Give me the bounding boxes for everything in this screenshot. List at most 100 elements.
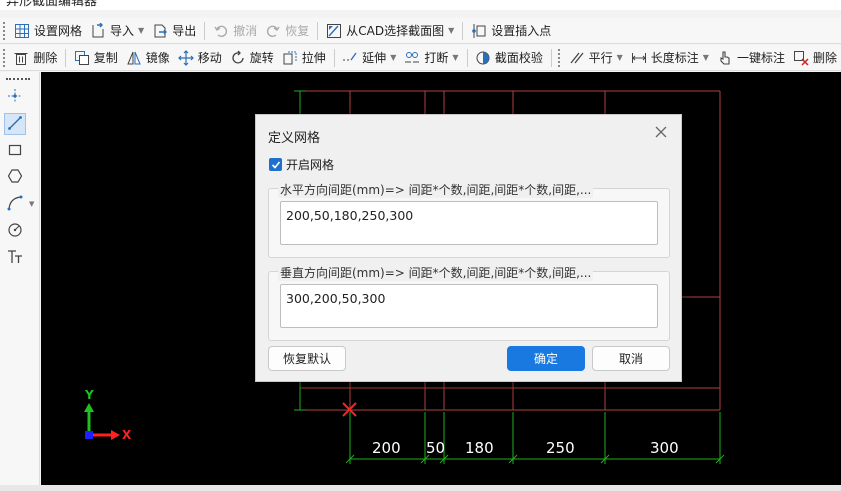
mirror-label: 镜像 <box>145 51 170 65</box>
chevron-down-icon[interactable]: ▼ <box>617 53 623 62</box>
parallel-label: 平行 <box>588 51 613 65</box>
stretch-button[interactable]: 拉伸 <box>278 47 330 69</box>
hexagon-icon <box>7 168 23 187</box>
vertical-spacing-input[interactable]: 300,200,50,300 <box>280 284 658 328</box>
auto-dimension-icon <box>717 50 733 66</box>
enable-grid-label: 开启网格 <box>286 158 335 172</box>
chevron-down-icon[interactable]: ▼ <box>703 53 709 62</box>
close-icon[interactable] <box>653 125 669 141</box>
set-grid-button[interactable]: 设置网格 <box>10 20 86 42</box>
ok-button[interactable]: 确定 <box>507 346 585 371</box>
break-button[interactable]: 打断 ▼ <box>400 47 462 69</box>
chevron-down-icon[interactable]: ▼ <box>448 26 454 35</box>
toolbar-separator <box>462 21 464 40</box>
arc-icon <box>7 195 23 214</box>
horizontal-spacing-group: 水平方向间距(mm)=> 间距*个数,间距,间距*个数,间距,... 200,5… <box>268 181 670 258</box>
export-button[interactable]: 导出 <box>148 20 200 42</box>
toolbar-separator <box>204 21 206 40</box>
section-check-icon <box>475 50 491 66</box>
toolbar-separator <box>317 21 319 40</box>
vertical-spacing-group: 垂直方向间距(mm)=> 间距*个数,间距,间距*个数,间距,... 300,2… <box>268 264 670 341</box>
arc-tool-button[interactable] <box>4 193 26 215</box>
reset-default-button[interactable]: 恢复默认 <box>268 346 346 371</box>
rotate-label: 旋转 <box>249 51 274 65</box>
dimension-label: 180 <box>465 439 494 457</box>
delete-dimension-button[interactable]: 删除 <box>789 47 841 69</box>
chevron-down-icon[interactable]: ▼ <box>138 26 144 35</box>
dimension-label: 300 <box>650 439 679 457</box>
axis-icon <box>84 403 120 440</box>
move-label: 移动 <box>197 51 222 65</box>
break-label: 打断 <box>424 51 449 65</box>
checkbox-checked-icon <box>269 158 282 171</box>
length-dimension-label: 长度标注 <box>650 51 699 65</box>
polygon-tool-button[interactable] <box>4 166 26 188</box>
enable-grid-checkbox[interactable]: 开启网格 <box>269 156 334 173</box>
line-tool-button[interactable] <box>4 113 26 135</box>
undo-button[interactable]: 撤消 <box>209 20 261 42</box>
text-icon <box>7 249 23 268</box>
grid-icon <box>14 23 30 39</box>
delete-button[interactable]: 删除 <box>9 47 61 69</box>
import-button[interactable]: 导入 ▼ <box>86 20 148 42</box>
dimension-label: 200 <box>372 439 401 457</box>
extend-button[interactable]: 延伸 ▼ <box>338 47 400 69</box>
cancel-button[interactable]: 取消 <box>592 346 670 371</box>
toolbar-grip[interactable] <box>3 48 6 67</box>
export-label: 导出 <box>172 24 197 38</box>
horizontal-spacing-input[interactable]: 200,50,180,250,300 <box>280 201 658 245</box>
undo-icon <box>213 23 229 39</box>
circle-icon <box>7 222 23 241</box>
auto-dimension-button[interactable]: 一键标注 <box>713 47 789 69</box>
insert-point-icon <box>471 23 487 39</box>
mirror-button[interactable]: 镜像 <box>122 47 174 69</box>
set-insert-point-button[interactable]: 设置插入点 <box>467 20 555 42</box>
delete-dimension-icon <box>793 50 809 66</box>
drawing-toolbar: ▼ <box>0 72 40 485</box>
move-icon <box>177 49 194 66</box>
dialog-title: 定义网格 <box>268 131 321 146</box>
parallel-button[interactable]: 平行 ▼ <box>565 47 627 69</box>
chevron-down-icon[interactable]: ▼ <box>452 53 458 62</box>
toolbar-grip[interactable] <box>558 48 561 67</box>
dimension-label: 50 <box>426 439 446 457</box>
text-tool-button[interactable] <box>4 247 26 269</box>
toolbar-grip[interactable] <box>3 21 6 40</box>
extend-label: 延伸 <box>362 51 387 65</box>
define-grid-dialog: 定义网格 开启网格 水平方向间距(mm)=> 间距*个数,间距,间距*个数,间距… <box>255 114 682 382</box>
delete-label: 删除 <box>33 51 58 65</box>
circle-tool-button[interactable] <box>4 220 26 242</box>
y-axis-label: Y <box>85 388 94 402</box>
point-tool-button[interactable] <box>4 86 26 108</box>
section-check-button[interactable]: 截面校验 <box>471 47 547 69</box>
set-grid-label: 设置网格 <box>34 24 83 38</box>
move-button[interactable]: 移动 <box>174 47 226 69</box>
dimension-label: 250 <box>546 439 575 457</box>
parallel-icon <box>569 50 585 66</box>
stretch-label: 拉伸 <box>301 51 326 65</box>
cad-select-icon <box>326 23 342 39</box>
export-icon <box>152 23 168 39</box>
section-check-label: 截面校验 <box>494 51 543 65</box>
edit-toolbar: 删除 复制 镜像 移动 旋转 拉伸 延伸 ▼ 打断 ▼ 截面校验 平行 ▼ 长度… <box>0 45 841 71</box>
rotate-button[interactable]: 旋转 <box>226 47 278 69</box>
extend-icon <box>342 50 358 66</box>
horizontal-spacing-label: 水平方向间距(mm)=> 间距*个数,间距,间距*个数,间距,... <box>278 181 594 198</box>
redo-label: 恢复 <box>285 24 310 38</box>
copy-label: 复制 <box>93 51 118 65</box>
set-insert-point-label: 设置插入点 <box>491 24 552 38</box>
status-bar <box>0 485 841 491</box>
cad-select-button[interactable]: 从CAD选择截面图 ▼ <box>322 20 458 42</box>
chevron-down-icon[interactable]: ▼ <box>390 53 396 62</box>
toolbar-grip[interactable] <box>6 78 30 80</box>
x-axis-label: X <box>122 428 132 442</box>
length-dimension-button[interactable]: 长度标注 ▼ <box>627 47 713 69</box>
rectangle-icon <box>7 142 23 161</box>
chevron-down-icon[interactable]: ▼ <box>29 200 34 208</box>
window-title: 异形截面编辑器 <box>0 0 841 10</box>
point-icon <box>7 88 23 107</box>
rotate-icon <box>230 50 246 66</box>
rectangle-tool-button[interactable] <box>4 140 26 162</box>
redo-button[interactable]: 恢复 <box>261 20 313 42</box>
copy-button[interactable]: 复制 <box>70 47 122 69</box>
